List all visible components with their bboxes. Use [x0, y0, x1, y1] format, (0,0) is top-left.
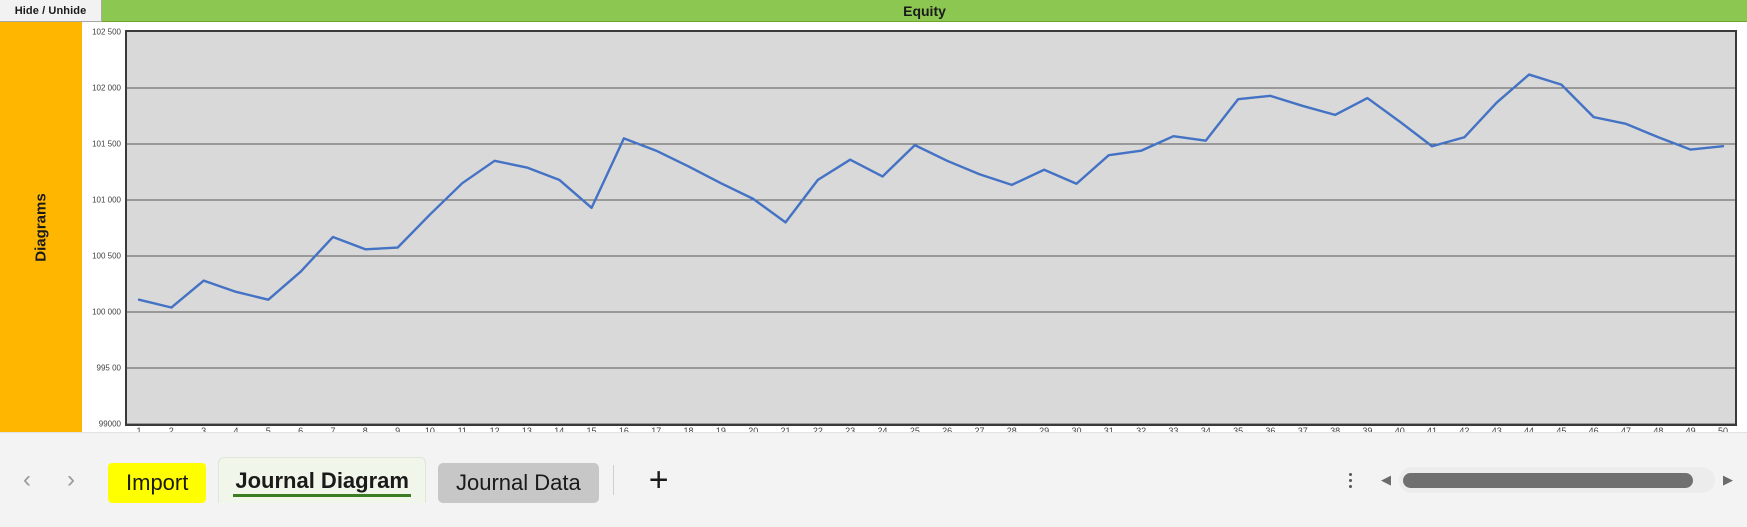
equity-chart[interactable]: 102 500 102 000 101 500 101 000 100 500 100 0… [82, 22, 1747, 436]
scrollbar-thumb[interactable] [1403, 472, 1693, 488]
chart-title-bar: Equity [102, 0, 1747, 22]
active-tab-underline [233, 494, 411, 497]
y-axis-tick-label: 101 000 [92, 195, 121, 205]
kebab-dot [1348, 478, 1352, 482]
sheet-tab-bar: ‹ › Import Journal Diagram Journal Data + … [0, 432, 1747, 527]
sheet-tab-label: Import [126, 470, 189, 495]
y-axis-tick-label: 102 000 [92, 83, 121, 93]
diagrams-sidebar[interactable]: Diagrams [0, 22, 82, 432]
y-axis-tick-label: 102 500 [92, 27, 121, 37]
scroll-left-icon[interactable]: ◀ [1373, 467, 1399, 493]
y-axis-tick-label: 101 500 [92, 139, 121, 149]
diagrams-sidebar-label: Diagrams [32, 192, 50, 262]
y-axis-tick-label: 100 000 [92, 307, 121, 317]
add-sheet-button[interactable]: + [636, 459, 682, 501]
y-axis-tick-label: 100 500 [92, 251, 121, 261]
scrollbar-track[interactable] [1399, 467, 1715, 493]
scroll-right-icon[interactable]: ▶ [1715, 467, 1741, 493]
equity-line-series [137, 73, 1725, 309]
sheet-bar-right: ◀ ▶ [1337, 463, 1741, 497]
sheet-tab-label: Journal Data [455, 470, 581, 495]
sheet-tabs: Import Journal Diagram Journal Data [108, 457, 599, 503]
kebab-dot [1348, 472, 1352, 476]
sheet-tab-import[interactable]: Import [108, 463, 207, 503]
top-bar: Hide / Unhide Equity [0, 0, 1747, 22]
sheet-tab-label: Journal Diagram [235, 467, 409, 493]
prev-sheet-arrow-icon[interactable]: ‹ [12, 465, 42, 495]
y-axis-tick-label: 99000 [98, 419, 121, 429]
sheet-nav-arrows: ‹ › [12, 465, 86, 495]
hide-unhide-button[interactable]: Hide / Unhide [0, 0, 102, 22]
gridlines [127, 88, 1735, 424]
equity-line-svg [127, 73, 1735, 424]
more-options-icon[interactable] [1337, 463, 1363, 497]
next-sheet-arrow-icon[interactable]: › [56, 465, 86, 495]
horizontal-scrollbar[interactable]: ◀ ▶ [1373, 465, 1741, 495]
sheet-tab-journal-data[interactable]: Journal Data [437, 463, 599, 503]
plot-area[interactable] [125, 30, 1737, 426]
y-axis-tick-label: 995 00 [96, 363, 121, 373]
sheet-tab-journal-diagram[interactable]: Journal Diagram [218, 457, 426, 503]
tab-divider [612, 465, 614, 495]
y-axis-labels: 102 500 102 000 101 500 101 000 100 500 100 0… [82, 22, 125, 429]
kebab-dot [1348, 484, 1352, 488]
